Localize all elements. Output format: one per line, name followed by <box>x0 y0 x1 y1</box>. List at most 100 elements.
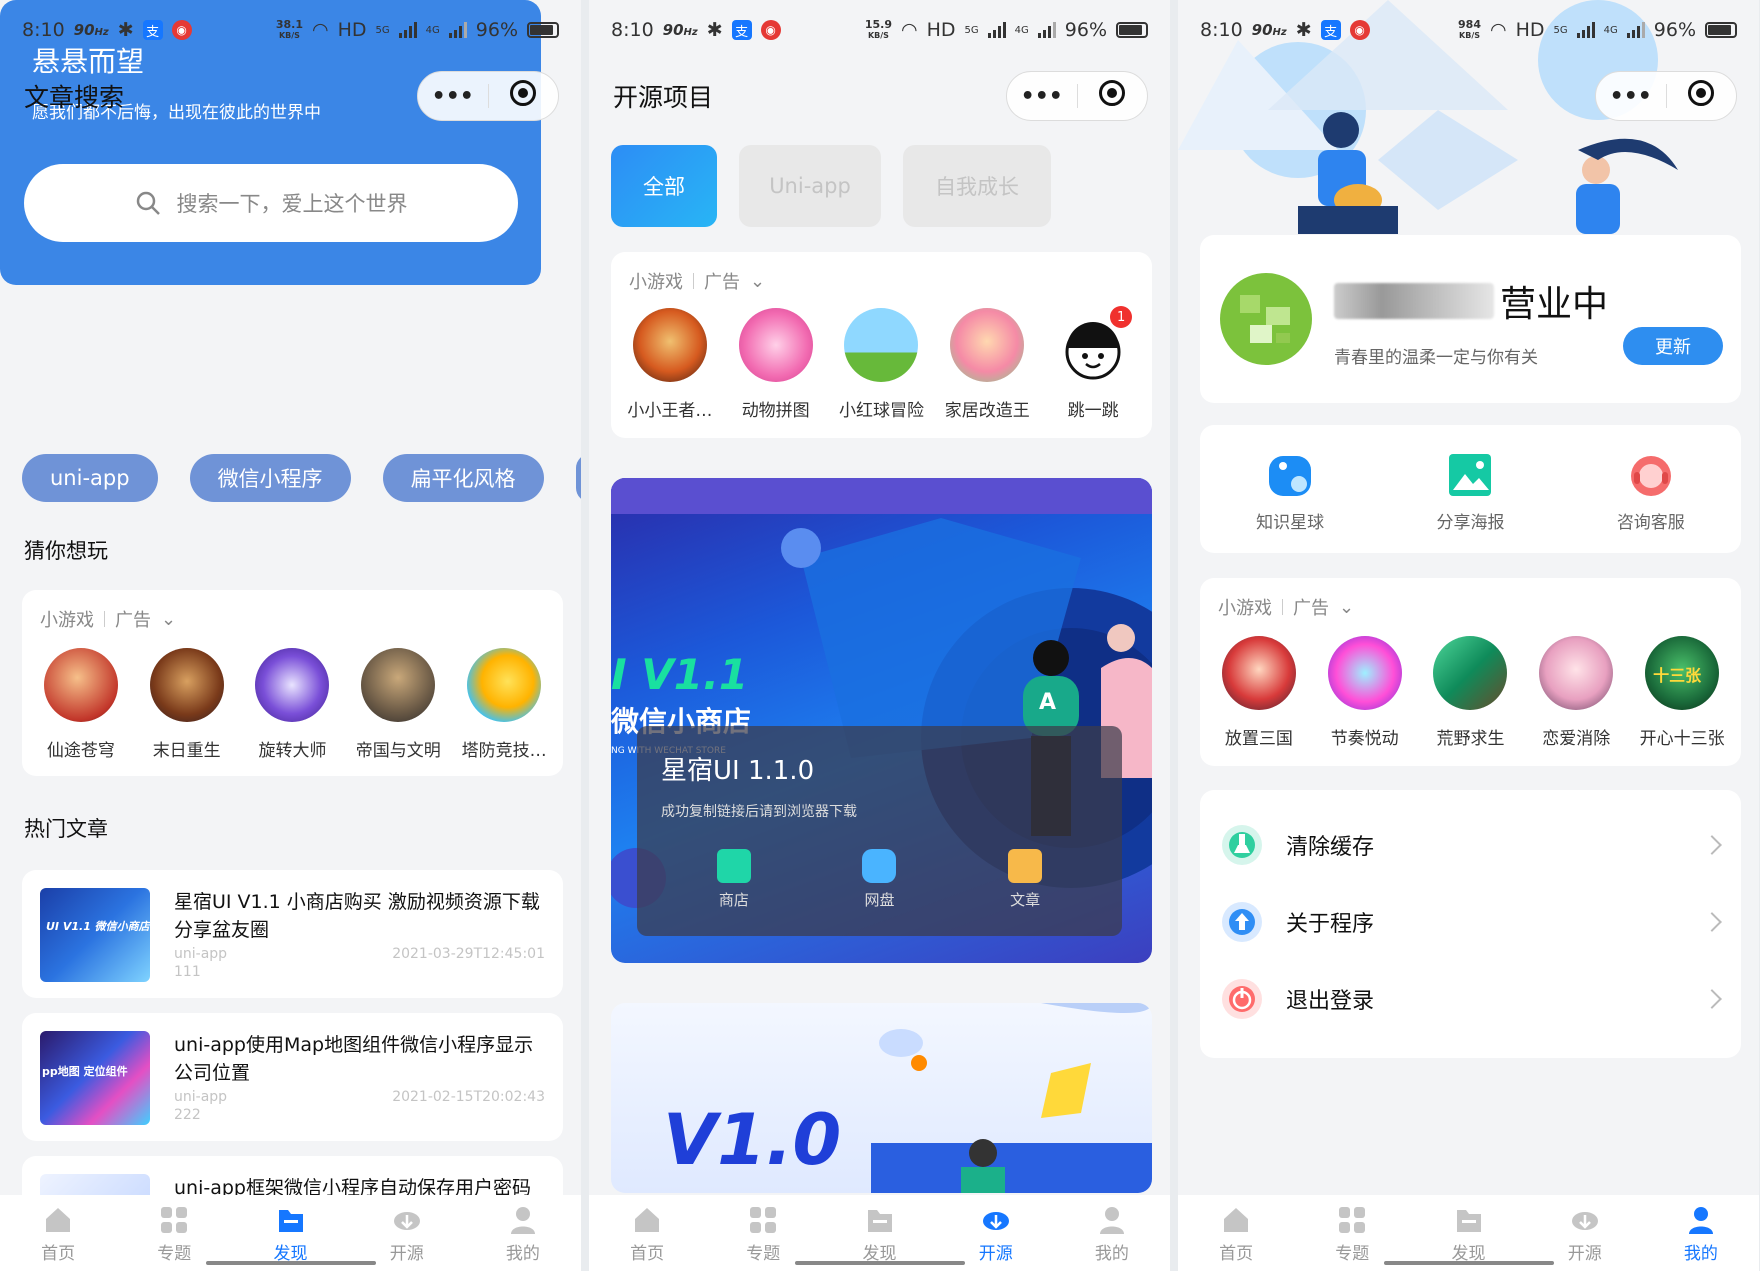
signal-icon <box>398 22 417 38</box>
project-banner[interactable]: I V1.1 微信小商店 NG WITH WECHAT STORE A 星宿UI… <box>611 478 1152 963</box>
game-icon <box>950 308 1025 382</box>
battery-icon <box>1705 22 1737 38</box>
quick-customer-service[interactable]: 咨询客服 <box>1617 452 1685 533</box>
weibo-icon: ◉ <box>760 20 781 40</box>
game-item[interactable]: 家居改造王 <box>937 308 1037 421</box>
game-item[interactable]: 塔防竞技… <box>454 648 554 761</box>
game-item[interactable]: 末日重生 <box>137 648 237 761</box>
battery-icon <box>1116 22 1148 38</box>
filter-tabs: 全部 Uni-app 自我成长 <box>611 145 1051 227</box>
popup-article[interactable]: 文章 <box>1008 849 1043 910</box>
user-desc: 青春里的温柔一定与你有关 <box>1334 348 1538 368</box>
bluetooth-icon: ✱ <box>706 19 723 41</box>
net-speed: 38.1 <box>275 18 303 31</box>
home-indicator[interactable] <box>205 1261 376 1265</box>
game-item[interactable]: 小小王者… <box>620 308 720 421</box>
game-item[interactable]: 帝国与文明 <box>348 648 448 761</box>
game-item[interactable]: 小红球冒险 <box>831 308 931 421</box>
filter-all[interactable]: 全部 <box>611 145 717 227</box>
game-item[interactable]: 1 跳一跳 <box>1043 306 1143 421</box>
game-name: 旋转大师 <box>258 741 327 761</box>
quick-share-poster[interactable]: 分享海报 <box>1436 452 1504 533</box>
page-title: 开源项目 <box>613 83 714 112</box>
game-item[interactable]: 恋爱消除 <box>1526 636 1626 749</box>
quick-knowledge-planet[interactable]: 知识星球 <box>1256 452 1324 533</box>
search-icon <box>136 191 160 215</box>
ad-label[interactable]: 广告 <box>115 606 151 632</box>
game-icon-text: 十三张 <box>1653 666 1702 685</box>
close-target-icon[interactable] <box>1688 80 1715 106</box>
folder-icon <box>1454 1205 1484 1235</box>
wifi-icon: ◠ <box>901 19 918 41</box>
hot-title: 热门文章 <box>24 817 108 841</box>
tab-mine[interactable]: 我的 <box>1054 1205 1170 1271</box>
search-input[interactable]: 搜索一下，爱上这个世界 <box>24 164 518 242</box>
chevron-down-icon[interactable]: ⌄ <box>1339 597 1354 618</box>
battery-level: 96% <box>475 19 518 41</box>
tab-home[interactable]: 首页 <box>1178 1205 1294 1271</box>
thumb-text: UI V1.1 微信小商店 <box>46 920 150 933</box>
tab-label: 首页 <box>1219 1244 1254 1264</box>
article-item[interactable]: UI V1.1 微信小商店 星宿UI V1.1 小商店购买 激励视频资源下载 分… <box>22 870 563 998</box>
games-card: 小游戏 广告 ⌄ 小小王者… 动物拼图 小红球冒险 家居改造王 1 跳一跳 <box>611 252 1152 438</box>
tab-mine[interactable]: 我的 <box>465 1205 581 1271</box>
game-item[interactable]: 放置三国 <box>1209 636 1309 749</box>
game-icon <box>361 648 436 722</box>
user-icon <box>508 1205 538 1235</box>
article-item[interactable]: pp地图 定位组件 uni-app使用Map地图组件微信小程序显示公司位置 un… <box>22 1013 563 1141</box>
shopping-bag-icon <box>716 849 751 883</box>
folder-icon <box>276 1205 306 1235</box>
tab-label: 我的 <box>505 1244 540 1264</box>
menu-label: 清除缓存 <box>1286 834 1375 860</box>
games-label: 小游戏 <box>1218 598 1272 619</box>
screens: 8:10 90Hz ✱ 支 ◉ 38.1 KB/S ◠ HD 5G 4G 96% … <box>0 0 1760 1271</box>
more-icon[interactable]: ••• <box>1007 84 1077 109</box>
popup-disk[interactable]: 网盘 <box>862 849 897 910</box>
menu-about[interactable]: 关于程序 <box>1200 883 1741 960</box>
popup-store[interactable]: 商店 <box>716 849 751 910</box>
menu-clear-cache[interactable]: 清除缓存 <box>1200 806 1741 883</box>
article-thumb: UI V1.1 微信小商店 <box>40 888 150 982</box>
net-speed-unit: KB/S <box>1459 31 1480 40</box>
net-speed-unit: KB/S <box>867 31 889 40</box>
chevron-down-icon[interactable]: ⌄ <box>161 609 176 630</box>
game-item[interactable]: 仙途苍穹 <box>31 648 131 761</box>
tab-label: 开源 <box>978 1244 1013 1264</box>
filter-uni-app[interactable]: Uni-app <box>739 145 881 227</box>
game-item[interactable]: 节奏悦动 <box>1315 636 1415 749</box>
article-views: 111 <box>174 964 201 980</box>
tab-home[interactable]: 首页 <box>0 1205 116 1271</box>
tab-mine[interactable]: 我的 <box>1643 1205 1759 1271</box>
game-item[interactable]: 旋转大师 <box>242 648 342 761</box>
game-name: 仙途苍穹 <box>46 741 115 761</box>
update-button[interactable]: 更新 <box>1623 327 1723 365</box>
filter-growth[interactable]: 自我成长 <box>903 145 1051 227</box>
chevron-right-icon <box>1702 988 1722 1009</box>
tab-home[interactable]: 首页 <box>589 1205 705 1271</box>
cloud-download-icon <box>981 1205 1011 1235</box>
game-item[interactable]: 动物拼图 <box>726 308 826 421</box>
tag-wechat-mini[interactable]: 微信小程序 <box>189 454 351 502</box>
tag-uni-app[interactable]: uni-app <box>22 454 158 502</box>
tag-flat-style[interactable]: 扁平化风格 <box>382 454 544 502</box>
ad-label[interactable]: 广告 <box>704 268 740 294</box>
avatar[interactable] <box>1220 273 1312 365</box>
more-icon[interactable]: ••• <box>418 84 488 109</box>
mini-program-capsule: ••• <box>1595 71 1737 121</box>
status-time: 8:10 <box>1200 19 1243 41</box>
power-icon <box>1222 978 1262 1019</box>
menu-logout[interactable]: 退出登录 <box>1200 960 1741 1037</box>
ad-label[interactable]: 广告 <box>1293 594 1329 620</box>
game-name: 塔防竞技… <box>461 741 547 761</box>
tag-more[interactable] <box>575 454 581 502</box>
more-icon[interactable]: ••• <box>1596 84 1666 109</box>
project-banner[interactable]: V1.0 <box>611 1003 1152 1193</box>
tab-label: 开源 <box>1567 1244 1602 1264</box>
close-target-icon[interactable] <box>1099 80 1126 106</box>
chevron-down-icon[interactable]: ⌄ <box>750 271 765 292</box>
home-indicator[interactable] <box>794 1261 965 1265</box>
home-indicator[interactable] <box>1383 1261 1554 1265</box>
game-item[interactable]: 荒野求生 <box>1420 636 1520 749</box>
close-target-icon[interactable] <box>510 80 537 106</box>
game-item[interactable]: 十三张 开心十三张 <box>1632 636 1732 749</box>
